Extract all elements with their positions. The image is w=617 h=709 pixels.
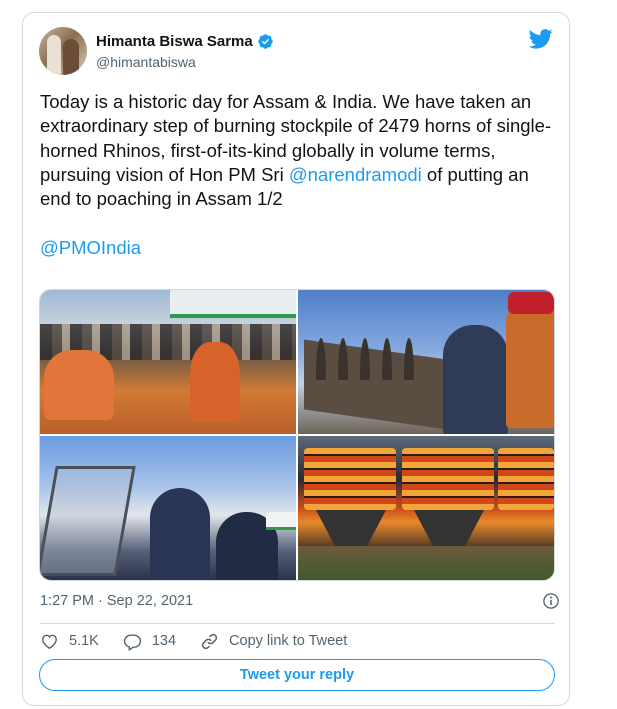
divider (40, 623, 555, 624)
photo-detail (44, 350, 114, 420)
photo-burning-pyres[interactable] (298, 436, 554, 580)
avatar[interactable] (39, 27, 87, 75)
photo-detail (40, 466, 136, 576)
photo-detail (150, 488, 210, 580)
photo-lighting-pyre[interactable] (298, 290, 554, 434)
avatar-figure (63, 39, 79, 75)
photo-detail (404, 338, 414, 380)
photo-detail (170, 290, 296, 318)
photo-detail (190, 342, 240, 422)
info-icon[interactable] (542, 592, 560, 610)
link-icon (201, 633, 218, 649)
tweet-text: Today is a historic day for Assam & Indi… (40, 90, 560, 260)
copy-link-label: Copy link to Tweet (229, 633, 348, 649)
timestamp-row: 1:27 PM · Sep 22, 2021 (40, 592, 560, 610)
tweet-timestamp[interactable]: 1:27 PM · Sep 22, 2021 (40, 593, 193, 609)
mention-link[interactable]: @narendramodi (289, 164, 422, 185)
author-name-row: Himanta Biswa Sarma (96, 33, 274, 50)
like-count: 5.1K (69, 633, 99, 649)
tweet-card: Himanta Biswa Sarma @himantabiswa Today … (22, 12, 570, 706)
photo-ritual-ceremony[interactable] (40, 290, 296, 434)
photo-detail (304, 448, 396, 510)
media-grid (39, 289, 555, 581)
heart-icon (42, 634, 57, 649)
like-button[interactable]: 5.1K (40, 632, 99, 651)
author-display-name[interactable]: Himanta Biswa Sarma (96, 33, 253, 50)
photo-detail (498, 448, 554, 510)
reply-button[interactable]: 134 (123, 632, 176, 651)
photo-detail (338, 338, 348, 380)
photo-inspection[interactable] (40, 436, 296, 580)
avatar-figure (47, 35, 61, 75)
photo-detail (414, 510, 484, 550)
photo-detail (506, 298, 554, 428)
mention-link[interactable]: @PMOIndia (40, 237, 141, 258)
photo-detail (266, 512, 296, 530)
copy-link-button[interactable]: Copy link to Tweet (200, 632, 347, 651)
action-bar: 5.1K 134 Copy link to Tweet (40, 630, 371, 652)
photo-detail (304, 339, 454, 431)
reply-icon (123, 633, 141, 651)
author-handle[interactable]: @himantabiswa (96, 54, 196, 70)
photo-detail (443, 325, 508, 434)
photo-detail (402, 448, 494, 510)
verified-badge-icon (257, 34, 273, 49)
photo-detail (382, 338, 392, 380)
photo-detail (508, 292, 554, 314)
twitter-bird-icon[interactable] (529, 29, 553, 49)
tweet-your-reply-button[interactable]: Tweet your reply (39, 659, 555, 691)
photo-detail (316, 510, 386, 550)
reply-count: 134 (151, 633, 177, 649)
photo-detail (298, 546, 554, 580)
photo-detail (360, 338, 370, 380)
